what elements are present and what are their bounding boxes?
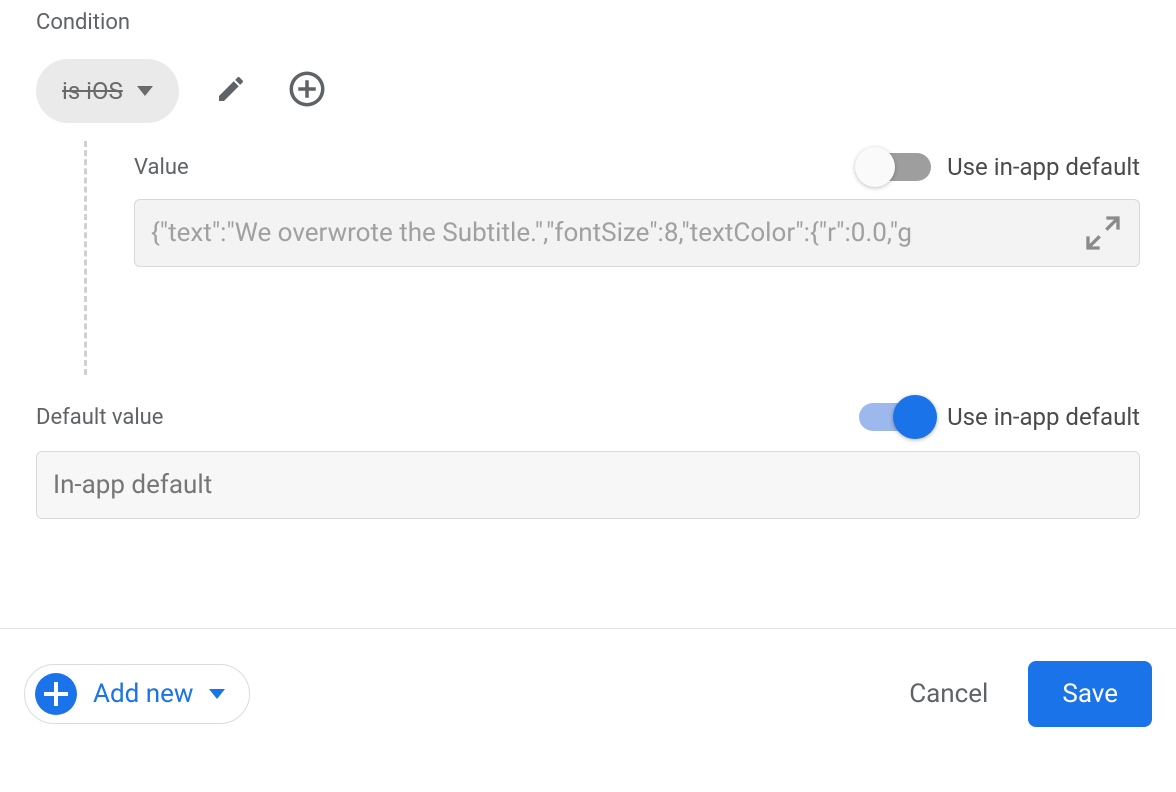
footer: Add new Cancel Save [0,628,1176,727]
condition-use-default-toggle[interactable] [859,153,931,181]
default-value-label: Default value [36,405,163,430]
default-use-default-toggle[interactable] [859,403,931,431]
condition-toggle-label: Use in-app default [947,153,1140,181]
add-new-label: Add new [93,679,193,709]
condition-chip-label: is iOS [62,77,123,105]
save-button[interactable]: Save [1028,661,1152,727]
chevron-down-icon [137,86,153,96]
default-value-block: Default value Use in-app default In-app … [36,403,1140,519]
condition-value-input[interactable]: {"text":"We overwrote the Subtitle.","fo… [134,199,1140,267]
toggle-knob [855,147,895,187]
expand-icon[interactable] [1083,213,1123,253]
pencil-icon [215,73,247,109]
condition-value-text: {"text":"We overwrote the Subtitle.","fo… [151,218,1071,248]
plus-circle-icon [286,68,328,114]
default-value-input[interactable]: In-app default [36,451,1140,519]
condition-chip-row: is iOS [36,59,1140,123]
add-condition-button[interactable] [283,67,331,115]
plus-circle-icon [35,673,77,715]
condition-chip-is-ios[interactable]: is iOS [36,59,179,123]
toggle-knob [893,395,937,439]
edit-condition-button[interactable] [207,67,255,115]
chevron-down-icon [209,689,225,699]
value-label: Value [134,155,189,180]
condition-value-block: Value Use in-app default {"text":"We ove… [36,153,1140,383]
add-new-button[interactable]: Add new [24,664,250,724]
default-toggle-label: Use in-app default [947,403,1140,431]
cancel-button[interactable]: Cancel [909,679,988,709]
default-value-text: In-app default [53,470,212,500]
condition-section-label: Condition [36,10,1140,35]
